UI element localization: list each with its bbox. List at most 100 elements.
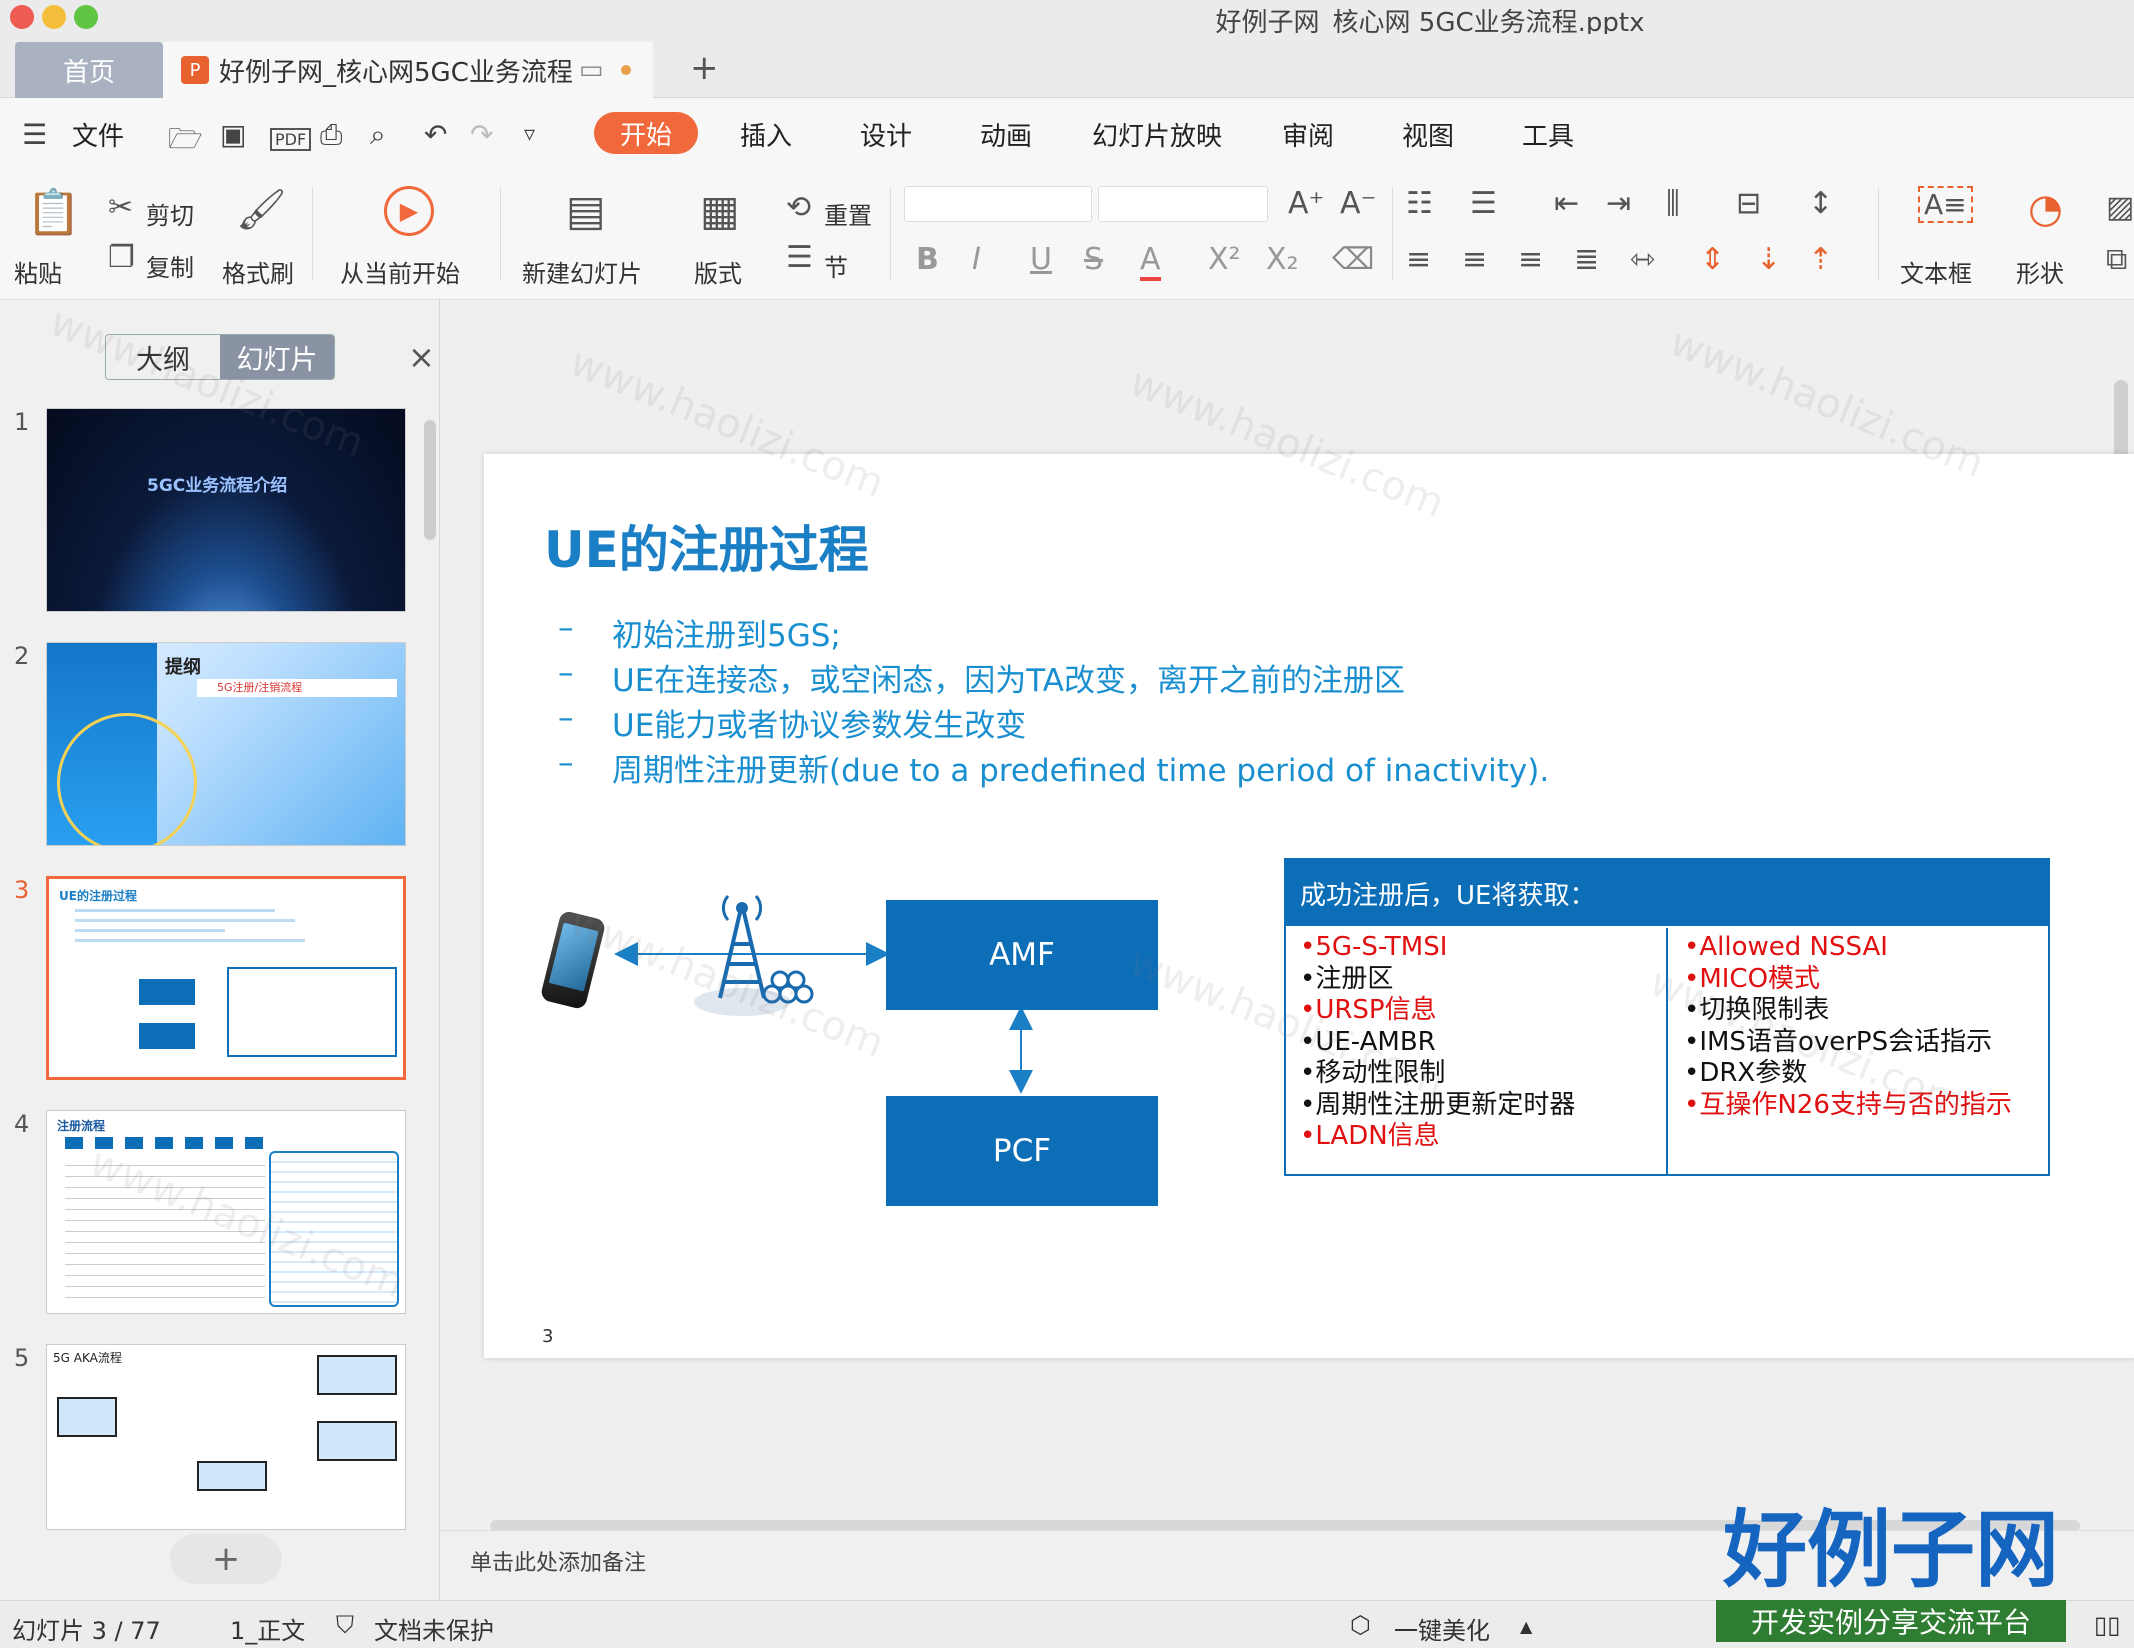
menu-insert[interactable]: 插入	[740, 116, 792, 153]
tab-document[interactable]: P 好例子网_核心网5GC业务流程 ▭	[163, 42, 653, 98]
close-panel-icon[interactable]: ×	[408, 338, 435, 376]
subscript-icon[interactable]: X₂	[1266, 242, 1299, 277]
shape-icon[interactable]: ◔	[2028, 186, 2063, 232]
new-slide-icon[interactable]: ▤	[566, 186, 606, 235]
increase-font-size-icon[interactable]: A⁺	[1288, 186, 1324, 221]
distribute-icon[interactable]: ⇿	[1630, 242, 1655, 277]
reset-icon[interactable]: ⟲	[786, 190, 811, 225]
font-name-select[interactable]	[904, 186, 1092, 222]
new-slide-button[interactable]: 新建幻灯片	[522, 254, 642, 289]
increase-indent-icon[interactable]: ⇥	[1606, 186, 1631, 221]
cut-button[interactable]: 剪切	[146, 196, 194, 231]
menu-review[interactable]: 审阅	[1282, 116, 1334, 153]
spacing-after-icon[interactable]: ⇡	[1808, 242, 1833, 277]
protection-status[interactable]: 文档未保护	[374, 1611, 494, 1646]
font-size-select[interactable]	[1098, 186, 1268, 222]
thumb-3-info-box	[227, 967, 397, 1057]
info-list-item: •LADN信息	[1300, 1121, 1440, 1151]
line-spacing-icon[interactable]: ↕	[1808, 186, 1833, 221]
copy-button[interactable]: 复制	[146, 248, 194, 283]
arrange-icon[interactable]: ⧉	[2106, 242, 2127, 277]
save-icon[interactable]: ▣	[220, 118, 246, 151]
paragraph-spacing-icon[interactable]: ⇕	[1700, 242, 1725, 277]
play-icon[interactable]: ▶	[384, 186, 434, 236]
picture-icon[interactable]: ▨	[2106, 190, 2134, 225]
clear-format-icon[interactable]: ⌫	[1332, 242, 1374, 277]
bold-icon[interactable]: B	[916, 242, 939, 277]
section-icon[interactable]: ☰	[786, 240, 813, 275]
align-left-icon[interactable]: ≡	[1406, 242, 1431, 277]
numbering-icon[interactable]: ☰	[1470, 186, 1497, 221]
minimize-window-button[interactable]	[42, 5, 66, 29]
play-from-current-button[interactable]: 从当前开始	[340, 254, 460, 289]
slide-thumbnail-4[interactable]: 注册流程	[46, 1110, 406, 1314]
align-center-icon[interactable]: ≡	[1462, 242, 1487, 277]
slide-thumbnail-1[interactable]: 5GC业务流程介绍	[46, 408, 406, 612]
print-icon[interactable]: ⎙	[320, 118, 342, 152]
pcf-box[interactable]: PCF	[886, 1096, 1158, 1206]
redo-icon[interactable]: ↷	[470, 118, 493, 151]
slide-thumbnail-3-selected[interactable]: UE的注册过程	[46, 876, 406, 1080]
slide-thumbnail-5[interactable]: 5G AKA流程	[46, 1344, 406, 1530]
panel-scrollbar[interactable]	[424, 420, 436, 540]
shape-button[interactable]: 形状	[2016, 254, 2064, 289]
undo-icon[interactable]: ↶	[424, 118, 447, 151]
tab-home[interactable]: 首页	[15, 42, 163, 98]
beautify-dropdown-icon[interactable]: ▲	[1520, 1617, 1532, 1636]
thumb-3-bullet-line	[75, 929, 225, 932]
menu-start[interactable]: 开始	[594, 112, 698, 154]
quick-access-dropdown-icon[interactable]: ▿	[524, 122, 535, 147]
underline-icon[interactable]: U	[1030, 242, 1052, 277]
print-preview-icon[interactable]: ⌕	[370, 118, 386, 152]
beautify-button[interactable]: 一键美化	[1394, 1611, 1490, 1646]
close-window-button[interactable]	[10, 5, 34, 29]
paste-icon[interactable]: 📋	[26, 186, 81, 238]
align-text-icon[interactable]: ⊟	[1736, 186, 1761, 221]
italic-icon[interactable]: I	[972, 242, 981, 277]
decrease-indent-icon[interactable]: ⇤	[1554, 186, 1579, 221]
layout-icon[interactable]: ▦	[700, 186, 740, 235]
spacing-before-icon[interactable]: ⇣	[1756, 242, 1781, 277]
menu-slideshow[interactable]: 幻灯片放映	[1092, 116, 1222, 153]
menu-animation[interactable]: 动画	[980, 116, 1032, 153]
bullets-icon[interactable]: ☷	[1406, 186, 1433, 221]
info-list-item: •移动性限制	[1300, 1058, 1446, 1088]
slide-canvas[interactable]: UE的注册过程 初始注册到5GS; UE在连接态，或空闲态，因为TA改变，离开之…	[484, 454, 2134, 1358]
paste-button[interactable]: 粘贴	[14, 254, 62, 289]
strikethrough-icon[interactable]: S	[1084, 242, 1103, 277]
align-right-icon[interactable]: ≡	[1518, 242, 1543, 277]
menu-file[interactable]: 文件	[72, 116, 124, 153]
theme-name[interactable]: 1_正文	[230, 1611, 305, 1646]
export-pdf-icon[interactable]: PDF	[270, 128, 312, 151]
zoom-window-button[interactable]	[74, 5, 98, 29]
reading-view-icon[interactable]: ▯▯	[2094, 1611, 2120, 1639]
format-painter-icon[interactable]: 🖌	[236, 186, 287, 233]
registration-info-table[interactable]: 成功注册后，UE将获取： •5G-S-TMSI •注册区 •URSP信息 •UE-AM…	[1284, 858, 2050, 1176]
section-button[interactable]: 节	[824, 248, 848, 283]
menu-tools[interactable]: 工具	[1522, 116, 1574, 153]
scissors-icon[interactable]: ✂	[108, 190, 133, 225]
menu-design[interactable]: 设计	[860, 116, 912, 153]
decrease-font-size-icon[interactable]: A⁻	[1340, 186, 1376, 221]
amf-box[interactable]: AMF	[886, 900, 1158, 1010]
reset-button[interactable]: 重置	[824, 196, 872, 231]
open-folder-icon[interactable]: 🗁	[168, 118, 203, 166]
add-slide-button[interactable]: +	[170, 1534, 282, 1584]
superscript-icon[interactable]: X²	[1208, 242, 1241, 277]
copy-icon[interactable]: ❐	[108, 240, 135, 275]
tab-slides[interactable]: 幻灯片	[220, 335, 334, 379]
tab-outline[interactable]: 大纲	[106, 335, 220, 379]
textbox-icon[interactable]: A≡	[1918, 186, 1973, 223]
menu-view[interactable]: 视图	[1402, 116, 1454, 153]
notes-placeholder[interactable]: 单击此处添加备注	[470, 1545, 646, 1577]
textbox-button[interactable]: 文本框	[1900, 254, 1972, 289]
format-painter-button[interactable]: 格式刷	[222, 254, 294, 289]
justify-icon[interactable]: ≣	[1574, 242, 1599, 277]
layout-button[interactable]: 版式	[694, 254, 742, 289]
info-right-column: •Allowed NSSAI •MICO模式 •切换限制表 •IMS语音overPS会…	[1670, 928, 2050, 1174]
slide-thumbnail-2[interactable]: 提纲 5G注册/注销流程	[46, 642, 406, 846]
hamburger-menu-icon[interactable]: ☰	[22, 118, 47, 151]
font-color-icon[interactable]: A	[1140, 242, 1161, 281]
new-tab-button[interactable]: +	[690, 48, 719, 88]
text-direction-icon[interactable]: ⫼	[1666, 186, 1680, 221]
